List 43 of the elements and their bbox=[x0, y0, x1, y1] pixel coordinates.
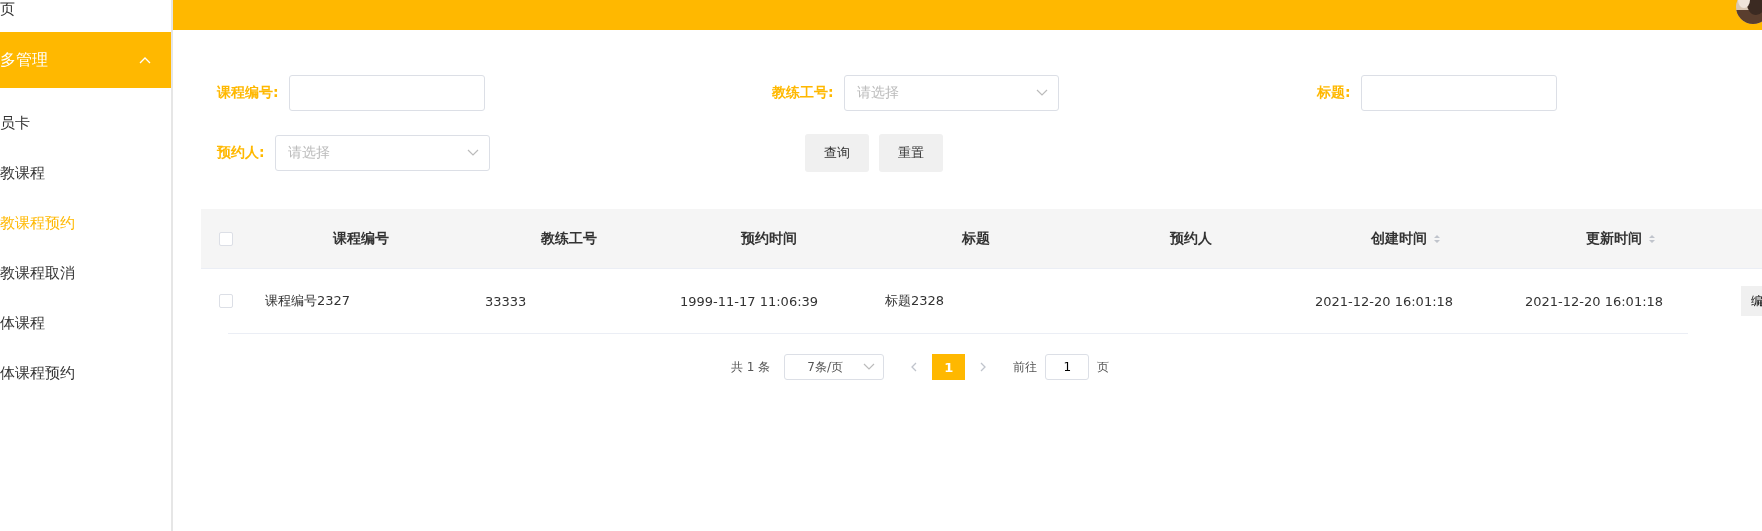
page-size-select[interactable]: 7条/页 bbox=[784, 354, 885, 380]
action-button[interactable]: 重置 bbox=[879, 134, 943, 172]
chevron-right-icon[interactable] bbox=[979, 362, 988, 372]
table-cell: 课程编号2327 bbox=[265, 293, 351, 308]
column-header: 教练工号 bbox=[540, 229, 597, 248]
text-field[interactable] bbox=[1360, 75, 1557, 111]
page-input[interactable]: 1 bbox=[1045, 354, 1090, 380]
column-header: 预约人 bbox=[1170, 229, 1212, 248]
checkbox[interactable] bbox=[219, 231, 233, 246]
sidebar-item[interactable]: 员卡 bbox=[0, 98, 171, 148]
field-label: 标题: bbox=[1317, 84, 1351, 102]
text-field[interactable] bbox=[288, 75, 485, 111]
sidebar-item[interactable]: 教课程 bbox=[0, 148, 171, 198]
total-count: 共 1 条 bbox=[731, 358, 771, 376]
page-suffix: 页 bbox=[1097, 358, 1110, 376]
sidebar-item[interactable]: 体课程 bbox=[0, 298, 171, 348]
sort-icon bbox=[1433, 233, 1441, 244]
table-cell: 2021-12-20 16:01:18 bbox=[1525, 293, 1664, 309]
column-header[interactable]: 创建时间 bbox=[1371, 229, 1441, 248]
column-header: 预约时间 bbox=[740, 229, 797, 248]
table-cell: 2021-12-20 16:01:18 bbox=[1315, 293, 1454, 309]
checkbox[interactable] bbox=[219, 294, 233, 308]
column-header[interactable]: 更新时间 bbox=[1586, 229, 1656, 248]
chevron-down-icon bbox=[466, 149, 479, 157]
goto-label: 前往 bbox=[1013, 358, 1038, 376]
chevron-down-icon bbox=[1035, 89, 1048, 97]
field-label: 预约人: bbox=[217, 144, 265, 162]
table-cell: 1999-11-17 11:06:39 bbox=[680, 293, 819, 309]
edit-button[interactable]: 编 bbox=[1741, 286, 1762, 316]
field-label: 课程编号: bbox=[217, 84, 279, 102]
caret-icon bbox=[139, 56, 151, 64]
action-button[interactable]: 查询 bbox=[805, 134, 869, 172]
chevron-left-icon[interactable] bbox=[910, 362, 919, 372]
sidebar-item[interactable]: 教课程取消 bbox=[0, 248, 171, 298]
table-cell: 标题2328 bbox=[885, 293, 945, 308]
sort-icon bbox=[1648, 233, 1656, 244]
field-label: 教练工号: bbox=[772, 84, 834, 102]
column-header: 标题 bbox=[962, 229, 990, 248]
column-header: 课程编号 bbox=[333, 229, 389, 248]
sidebar-item[interactable]: 体课程预约 bbox=[0, 348, 171, 398]
chevron-down-icon bbox=[863, 363, 876, 371]
sidebar-item[interactable]: 页 bbox=[0, 0, 171, 32]
table-cell: 33333 bbox=[485, 293, 527, 309]
